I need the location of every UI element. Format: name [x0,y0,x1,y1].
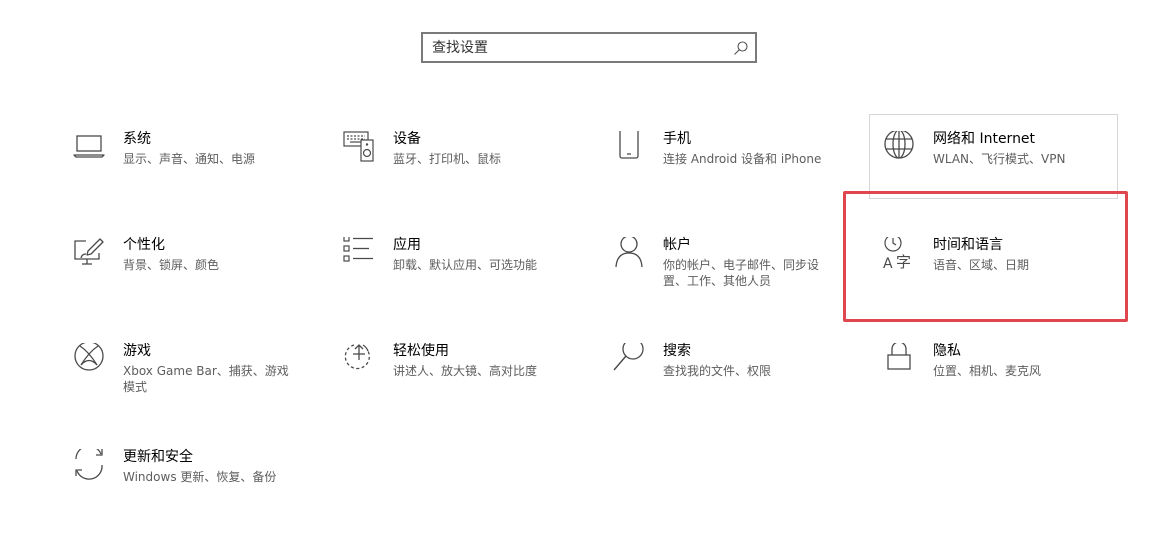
tile-gaming[interactable]: 游戏 Xbox Game Bar、捕获、游戏模式 [72,343,322,425]
magnifier-icon [612,343,646,377]
search-box[interactable] [421,32,757,63]
tile-devices[interactable]: 设备 蓝牙、打印机、鼠标 [342,131,592,213]
tile-search[interactable]: 搜索 查找我的文件、权限 [612,343,862,425]
tile-description: 查找我的文件、权限 [663,364,772,378]
sync-arrows-icon [72,449,106,483]
tile-description: 卸载、默认应用、可选功能 [393,258,538,272]
search-input[interactable] [423,34,732,61]
app-list-icon [342,237,376,271]
keyboard-speaker-icon [342,131,376,165]
tile-title: 搜索 [663,343,691,359]
tile-title: 手机 [663,131,691,147]
tile-description: WLAN、飞行模式、VPN [933,152,1066,166]
tile-update-security[interactable]: 更新和安全 Windows 更新、恢复、备份 [72,449,322,531]
tile-phone[interactable]: 手机 连接 Android 设备和 iPhone [612,131,862,213]
tile-title: 网络和 Internet [933,131,1036,147]
tile-title: 设备 [393,131,421,147]
search-icon[interactable] [733,40,749,56]
tile-description: 讲述人、放大镜、高对比度 [393,364,538,378]
tile-description: 位置、相机、麦克风 [933,364,1042,378]
ease-of-access-icon [342,343,376,377]
tile-system[interactable]: 系统 显示、声音、通知、电源 [72,131,322,213]
phone-icon [612,131,646,165]
globe-icon [882,131,916,165]
tile-description: 你的帐户、电子邮件、同步设置、工作、其他人员 [663,258,820,288]
tile-title: 轻松使用 [393,343,449,359]
tile-privacy[interactable]: 隐私 位置、相机、麦克风 [882,343,1132,425]
tile-ease-of-access[interactable]: 轻松使用 讲述人、放大镜、高对比度 [342,343,592,425]
tile-description: 连接 Android 设备和 iPhone [663,152,822,166]
tile-title: 隐私 [933,343,961,359]
highlight-box [843,191,1128,322]
tile-accounts[interactable]: 帐户 你的帐户、电子邮件、同步设置、工作、其他人员 [612,237,862,319]
xbox-icon [72,343,106,377]
paint-display-icon [72,237,106,271]
tile-title: 个性化 [123,237,165,253]
tile-description: Xbox Game Bar、捕获、游戏模式 [123,364,289,394]
tile-description: Windows 更新、恢复、备份 [123,470,277,484]
tile-personalization[interactable]: 个性化 背景、锁屏、颜色 [72,237,322,319]
tile-apps[interactable]: 应用 卸载、默认应用、可选功能 [342,237,592,319]
person-icon [612,237,646,271]
tile-title: 游戏 [123,343,151,359]
tile-title: 应用 [393,237,421,253]
tile-title: 系统 [123,131,151,147]
tile-description: 显示、声音、通知、电源 [123,152,256,166]
laptop-icon [72,131,106,165]
lock-icon [882,343,916,377]
tile-description: 蓝牙、打印机、鼠标 [393,152,502,166]
tile-description: 背景、锁屏、颜色 [123,258,220,272]
tile-title: 更新和安全 [123,449,193,465]
tile-title: 帐户 [663,237,691,253]
